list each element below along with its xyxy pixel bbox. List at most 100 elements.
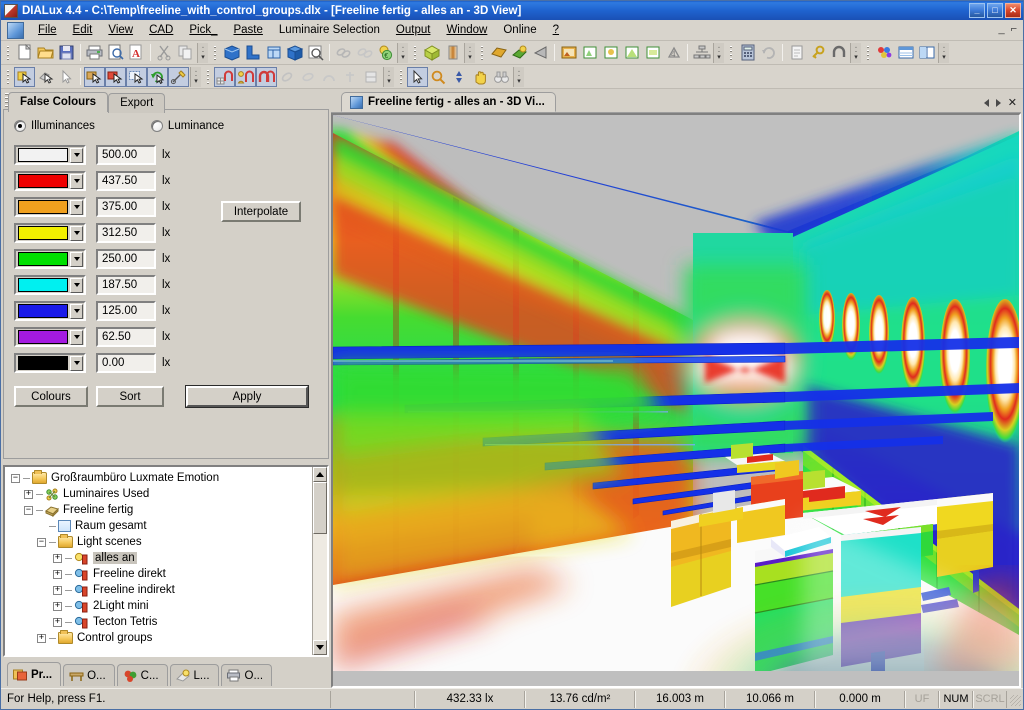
select-pointer-icon[interactable] xyxy=(14,67,35,87)
magnet-red-icon[interactable] xyxy=(256,67,277,87)
document-text-icon[interactable] xyxy=(786,43,807,63)
colour-combo-2[interactable] xyxy=(14,197,86,217)
measure-icon[interactable] xyxy=(168,67,189,87)
close-button[interactable]: ✕ xyxy=(1005,3,1021,18)
expander-icon[interactable]: − xyxy=(11,474,20,483)
colour-combo-7[interactable] xyxy=(14,327,86,347)
magnet-person-icon[interactable] xyxy=(235,67,256,87)
chevron-down-icon[interactable] xyxy=(70,200,83,215)
value-field-6[interactable]: 125.00 xyxy=(96,301,156,321)
snap-5-icon[interactable] xyxy=(361,67,382,87)
toolbar-overflow-button[interactable]: ⁚▾ xyxy=(513,67,524,87)
toolbar-grip[interactable] xyxy=(729,44,734,62)
toolbar-grip[interactable] xyxy=(399,68,404,86)
new-document-icon[interactable] xyxy=(14,43,35,63)
colour-combo-5[interactable] xyxy=(14,275,86,295)
interpolate-button[interactable]: Interpolate xyxy=(221,201,301,222)
chevron-down-icon[interactable] xyxy=(70,174,83,189)
move-object-icon[interactable] xyxy=(84,67,105,87)
toolbar-overflow-button[interactable]: ⁚▾ xyxy=(850,43,861,63)
toolbar-overflow-button[interactable]: ⁚▾ xyxy=(190,67,201,87)
calc-surface-2-icon[interactable] xyxy=(600,43,621,63)
menu-item-view[interactable]: View xyxy=(100,22,141,38)
tree-node-raum-gesamt[interactable]: Raum gesamt xyxy=(9,518,312,534)
select-arrow-icon[interactable] xyxy=(56,67,77,87)
tree-node-control-groups[interactable]: + Control groups xyxy=(9,630,312,646)
room-block-icon[interactable] xyxy=(421,43,442,63)
print-preview-icon[interactable] xyxy=(105,43,126,63)
mdi-restore-button[interactable]: ⌐ xyxy=(1011,23,1017,35)
resize-grip-icon[interactable] xyxy=(1007,691,1023,708)
mdi-close-button[interactable]: ✕ xyxy=(1008,96,1017,109)
3d-viewport[interactable] xyxy=(331,113,1021,688)
expander-icon[interactable]: − xyxy=(24,506,33,515)
bottom-tab-luminaires[interactable]: L... xyxy=(170,664,219,686)
bottom-tab-objects[interactable]: O... xyxy=(63,664,115,686)
magnet-icon[interactable] xyxy=(828,43,849,63)
tree-node-freeline-indirekt[interactable]: + Freeline indirekt xyxy=(9,582,312,598)
menu-item-edit[interactable]: Edit xyxy=(65,22,101,38)
luminaire-green-icon[interactable] xyxy=(509,43,530,63)
expander-icon[interactable]: + xyxy=(53,554,62,563)
link-broken-icon[interactable] xyxy=(354,43,375,63)
colour-combo-0[interactable] xyxy=(14,145,86,165)
menu-item-luminaire-selection[interactable]: Luminaire Selection xyxy=(271,22,388,38)
tree-scrollbar[interactable] xyxy=(312,467,327,655)
rotate-object-icon[interactable] xyxy=(105,67,126,87)
toolbar-grip[interactable] xyxy=(866,44,871,62)
key-icon[interactable] xyxy=(807,43,828,63)
export-pdf-icon[interactable]: A xyxy=(126,43,147,63)
gradient-column-icon[interactable] xyxy=(442,43,463,63)
value-field-2[interactable]: 375.00 xyxy=(96,197,156,217)
scroll-up-button[interactable] xyxy=(313,467,327,482)
euro-coin-icon[interactable]: € xyxy=(375,43,396,63)
copy-icon[interactable] xyxy=(175,43,196,63)
list-view-icon[interactable] xyxy=(895,43,916,63)
value-field-4[interactable]: 250.00 xyxy=(96,249,156,269)
split-view-icon[interactable] xyxy=(916,43,937,63)
value-field-5[interactable]: 187.50 xyxy=(96,275,156,295)
chevron-down-icon[interactable] xyxy=(70,252,83,267)
menu-item-paste[interactable]: Paste xyxy=(225,22,270,38)
apply-button[interactable]: Apply xyxy=(186,386,308,407)
menu-item-help[interactable]: ? xyxy=(545,22,567,38)
save-disk-icon[interactable] xyxy=(56,43,77,63)
expander-icon[interactable]: + xyxy=(53,602,62,611)
value-field-1[interactable]: 437.50 xyxy=(96,171,156,191)
toolbar-overflow-button[interactable]: ⁚▾ xyxy=(464,43,475,63)
value-field-7[interactable]: 62.50 xyxy=(96,327,156,347)
view-box-icon[interactable] xyxy=(284,43,305,63)
menu-item-cad[interactable]: CAD xyxy=(141,22,181,38)
tree-node-luminaires-used[interactable]: + Luminaires Used xyxy=(9,486,312,502)
scrollbar-thumb[interactable] xyxy=(313,482,327,534)
bottom-tab-output[interactable]: O... xyxy=(221,664,273,686)
prev-icon[interactable] xyxy=(984,99,989,107)
wedge-icon[interactable] xyxy=(530,43,551,63)
link-icon[interactable] xyxy=(333,43,354,63)
mdi-tab-3d-view[interactable]: Freeline fertig - alles an - 3D Vi... xyxy=(341,92,556,112)
rotate-green-icon[interactable] xyxy=(147,67,168,87)
snap-2-icon[interactable] xyxy=(298,67,319,87)
snap-1-icon[interactable] xyxy=(277,67,298,87)
calc-surface-4-icon[interactable] xyxy=(642,43,663,63)
toolbar-grip[interactable] xyxy=(6,44,11,62)
view-3d-solid-icon[interactable] xyxy=(221,43,242,63)
toolbar-grip[interactable] xyxy=(206,68,211,86)
toolbar-overflow-button[interactable]: ⁚▾ xyxy=(397,43,408,63)
chevron-down-icon[interactable] xyxy=(70,330,83,345)
next-icon[interactable] xyxy=(996,99,1001,107)
toolbar-overflow-button[interactable]: ⁚▾ xyxy=(383,67,394,87)
toolbar-grip[interactable] xyxy=(213,44,218,62)
cut-scissors-icon[interactable] xyxy=(154,43,175,63)
sort-button[interactable]: Sort xyxy=(96,386,164,407)
toolbar-overflow-button[interactable]: ⁚▾ xyxy=(938,43,949,63)
zoom-page-icon[interactable] xyxy=(305,43,326,63)
colour-combo-8[interactable] xyxy=(14,353,86,373)
toolbar-grip[interactable] xyxy=(413,44,418,62)
tree-node-grossraumbuero[interactable]: − Großraumbüro Luxmate Emotion xyxy=(9,470,312,486)
value-field-8[interactable]: 0.00 xyxy=(96,353,156,373)
chevron-down-icon[interactable] xyxy=(70,356,83,371)
menu-item-output[interactable]: Output xyxy=(388,22,439,38)
colors-icon[interactable] xyxy=(874,43,895,63)
menu-item-file[interactable]: File xyxy=(30,22,65,38)
